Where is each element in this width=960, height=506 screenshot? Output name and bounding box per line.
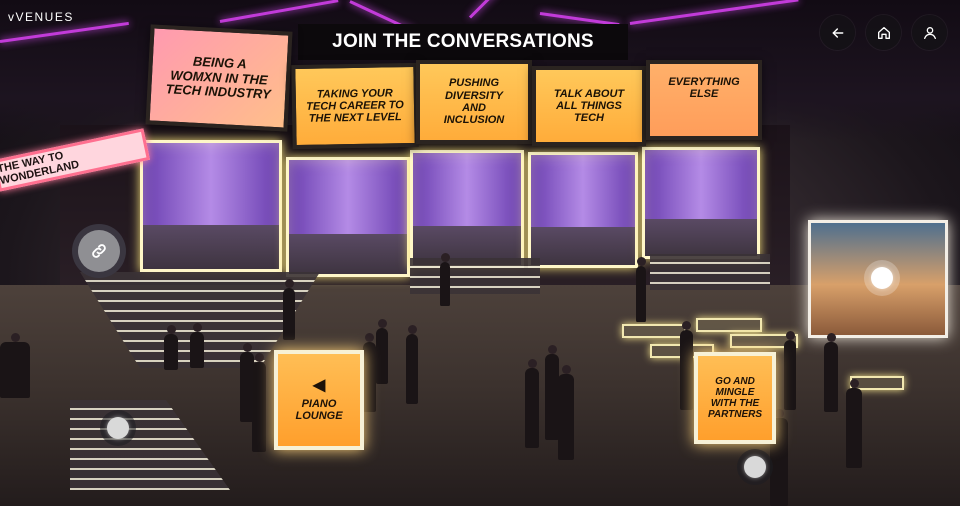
attendee — [680, 321, 693, 410]
home-button[interactable] — [866, 15, 901, 50]
partners-kiosk[interactable]: GO AND MINGLE WITH THE PARTNERS — [694, 352, 776, 444]
attendee — [824, 333, 838, 412]
link-icon — [92, 244, 106, 258]
topic-sign-diversity-inclusion[interactable]: PUSHING DIVERSITY AND INCLUSION — [416, 60, 532, 144]
partners-kiosk-label: GO AND MINGLE WITH THE PARTNERS — [707, 376, 763, 420]
topic-sign-womxn-in-tech[interactable]: BEING A WOMXN IN THE TECH INDUSTRY — [145, 24, 293, 132]
piano-lounge-label: PIANO LOUNGE — [295, 398, 343, 422]
vvenues-logo: vVENUES — [8, 10, 74, 24]
attendee — [525, 359, 539, 448]
stairs — [410, 258, 540, 294]
navigation-hotspot[interactable] — [100, 410, 136, 446]
topic-sign-label: BEING A WOMXN IN THE TECH INDUSTRY — [165, 53, 272, 102]
attendee — [545, 345, 559, 440]
profile-button[interactable] — [912, 15, 947, 50]
floor-pad — [696, 318, 762, 332]
virtual-venue-scene: JOIN THE CONVERSATIONS BEING A WOMXN IN … — [0, 0, 960, 506]
arrow-left-icon — [832, 27, 843, 38]
attendee — [363, 333, 376, 412]
discussion-room-5[interactable] — [642, 147, 760, 259]
video-play-hotspot[interactable] — [864, 260, 900, 296]
attendee — [440, 253, 450, 306]
user-icon — [923, 26, 936, 39]
topic-sign-everything-else[interactable]: EVERYTHING ELSE — [646, 60, 762, 140]
topic-sign-tech-career[interactable]: TAKING YOUR TECH CAREER TO THE NEXT LEVE… — [291, 62, 419, 150]
hotspot-dot — [744, 456, 766, 478]
topic-sign-label: TAKING YOUR TECH CAREER TO THE NEXT LEVE… — [306, 86, 404, 125]
arrow-left-icon: ◀ — [312, 377, 326, 394]
link-hotspot[interactable] — [78, 230, 120, 272]
discussion-room-4[interactable] — [528, 152, 638, 268]
topic-sign-all-things-tech[interactable]: TALK ABOUT ALL THINGS TECH — [532, 66, 646, 146]
attendee — [558, 365, 574, 460]
discussion-room-1[interactable] — [140, 140, 282, 272]
attendee — [376, 319, 388, 384]
hotspot-dot — [871, 267, 893, 289]
hotspot-dot — [107, 417, 129, 439]
back-button[interactable] — [820, 15, 855, 50]
topic-sign-label: PUSHING DIVERSITY AND INCLUSION — [443, 77, 505, 127]
floor-pad — [622, 324, 686, 338]
attendee — [846, 379, 862, 468]
attendee — [406, 325, 418, 404]
attendee — [0, 333, 30, 398]
attendee — [283, 279, 295, 340]
discussion-room-3[interactable] — [410, 150, 524, 268]
attendee — [636, 257, 646, 322]
piano-lounge-kiosk[interactable]: ◀ PIANO LOUNGE — [274, 350, 364, 450]
topic-sign-label: EVERYTHING ELSE — [668, 75, 740, 100]
home-icon — [877, 26, 890, 39]
attendee — [164, 325, 178, 370]
stairs — [650, 254, 770, 290]
topic-sign-label: TALK ABOUT ALL THINGS TECH — [553, 87, 625, 125]
page-title: JOIN THE CONVERSATIONS — [298, 24, 628, 60]
attendee — [784, 331, 796, 410]
attendee — [190, 323, 204, 368]
discussion-room-2[interactable] — [286, 157, 410, 277]
attendee — [252, 353, 266, 452]
navigation-hotspot[interactable] — [737, 449, 773, 485]
